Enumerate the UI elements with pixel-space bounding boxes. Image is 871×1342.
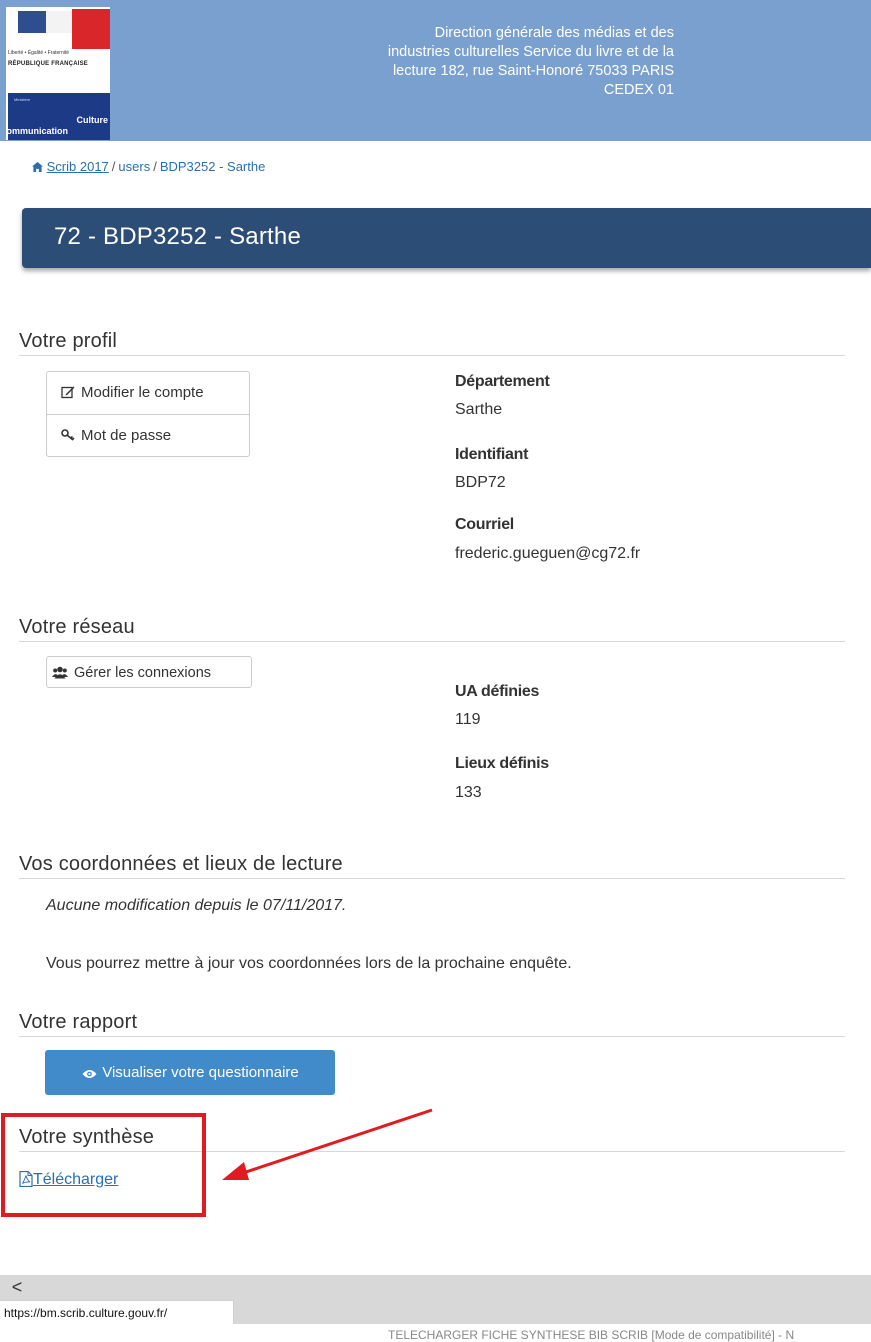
page-title: 72 - BDP3252 - Sarthe (54, 223, 302, 250)
edit-icon (61, 374, 75, 399)
places-value: 133 (455, 784, 482, 801)
section-divider (19, 641, 845, 642)
breadcrumb-separator: / (153, 159, 157, 174)
site-header: Liberté • Égalité • Fraternité RÉPUBLIQU… (0, 0, 871, 141)
address-line: industries culturelles Service du livre … (387, 44, 674, 60)
section-title-profile: Votre profil (19, 330, 118, 352)
section-divider (19, 878, 845, 879)
key-icon (61, 417, 75, 441)
eye-icon (81, 1052, 97, 1078)
address-line: lecture 182, rue Saint-Honoré 75033 PARI… (392, 63, 674, 79)
flag-blue-band (18, 11, 46, 33)
password-button[interactable]: Mot de passe (47, 414, 249, 456)
manage-connections-button[interactable]: Gérer les connexions (46, 656, 252, 688)
section-divider (19, 355, 845, 356)
identifier-label: Identifiant (455, 446, 529, 463)
section-title-report: Votre rapport (19, 1011, 138, 1033)
edit-account-label: Modifier le compte (81, 384, 204, 401)
flag-red-band (72, 9, 110, 49)
republic-logo: Liberté • Égalité • Fraternité RÉPUBLIQU… (6, 7, 110, 140)
email-value: frederic.gueguen@cg72.fr (455, 545, 641, 562)
scroll-left-arrow[interactable]: < (6, 1275, 28, 1300)
page-title-bar: 72 - BDP3252 - Sarthe (22, 208, 871, 268)
flag-white-band (46, 11, 72, 33)
home-icon (32, 159, 47, 174)
department-value: Sarthe (455, 401, 503, 418)
ministry-logo: Ministère Culture Communication (6, 93, 110, 140)
view-questionnaire-button[interactable]: Visualiser votre questionnaire (45, 1050, 335, 1095)
breadcrumb: Scrib 2017/users / BDP3252 - Sarthe (32, 159, 265, 174)
users-icon (52, 659, 68, 679)
places-label: Lieux définis (455, 755, 549, 772)
horizontal-scrollbar[interactable]: < (0, 1275, 871, 1300)
profile-action-group: Modifier le compte Mot de passe (46, 371, 250, 457)
logo-republic: RÉPUBLIQUE FRANÇAISE (8, 61, 89, 67)
taskbar-window-title[interactable]: TELECHARGER FICHE SYNTHESE BIB SCRIB [Mo… (388, 1328, 794, 1342)
section-title-network: Votre réseau (19, 616, 135, 638)
breadcrumb-users-link[interactable]: users (118, 159, 150, 174)
header-address: Direction générale des médias et des ind… (300, 24, 674, 100)
department-label: Département (455, 373, 550, 390)
status-bar (234, 1300, 871, 1324)
ua-label: UA définies (455, 683, 540, 700)
annotation-highlight-box (1, 1113, 206, 1217)
manage-connections-label: Gérer les connexions (74, 665, 212, 681)
password-label: Mot de passe (81, 427, 172, 444)
status-bar-url: https://bm.scrib.culture.gouv.fr/ (0, 1300, 234, 1324)
ministry-culture-label: Culture (76, 115, 109, 125)
update-note: Vous pourrez mettre à jour vos coordonné… (46, 955, 572, 972)
section-title-coordinates: Vos coordonnées et lieux de lecture (19, 853, 343, 875)
address-line: Direction générale des médias et des (434, 25, 674, 41)
section-divider (19, 1036, 845, 1037)
last-change-note: Aucune modification depuis le 07/11/2017… (46, 897, 347, 914)
logo-motto: Liberté • Égalité • Fraternité (8, 50, 70, 56)
email-label: Courriel (455, 516, 514, 533)
breadcrumb-separator: / (111, 159, 116, 174)
ministry-small-label: Ministère (14, 97, 31, 102)
breadcrumb-home-link[interactable]: Scrib 2017 (47, 159, 109, 174)
view-questionnaire-label: Visualiser votre questionnaire (102, 1064, 299, 1081)
address-line: CEDEX 01 (603, 82, 674, 98)
ministry-communication-label: Communication (6, 126, 69, 136)
identifier-value: BDP72 (455, 474, 506, 491)
ua-value: 119 (455, 711, 481, 728)
edit-account-button[interactable]: Modifier le compte (47, 372, 249, 414)
breadcrumb-current: BDP3252 - Sarthe (159, 159, 266, 174)
